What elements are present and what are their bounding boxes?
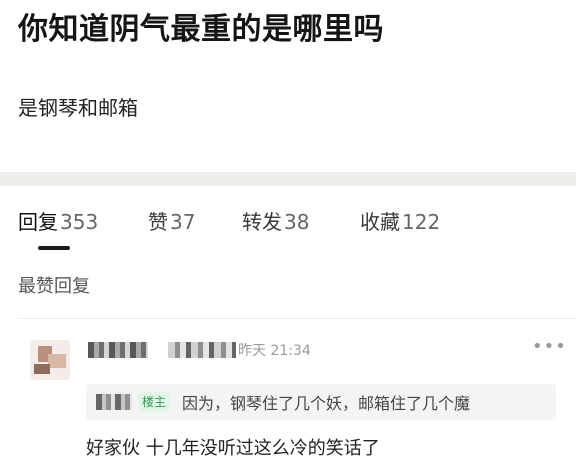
- comment-item: 昨天 21:34 ••• 楼主 因为，钢琴住了几个妖，邮箱住了几个魔 好家伙 十…: [0, 326, 576, 466]
- op-badge: 楼主: [138, 392, 171, 412]
- tab-replies-label: 回复: [18, 210, 58, 234]
- tab-reposts[interactable]: 转发 38: [242, 206, 309, 235]
- section-separator: [0, 172, 576, 186]
- user-tag-redacted: [168, 342, 236, 358]
- tab-likes-count: 37: [170, 210, 196, 234]
- divider: [18, 318, 576, 319]
- quoted-username-redacted: [96, 394, 132, 410]
- tab-likes[interactable]: 赞 37: [148, 206, 195, 235]
- tab-replies[interactable]: 回复 353: [18, 206, 98, 235]
- quoted-text: 因为，钢琴住了几个妖，邮箱住了几个魔: [182, 394, 471, 413]
- tab-favorites-label: 收藏: [360, 210, 400, 234]
- tab-bar: 回复 353 赞 37 转发 38 收藏 122: [0, 186, 576, 256]
- section-heading: 最赞回复: [18, 276, 90, 297]
- tab-reposts-count: 38: [284, 210, 310, 234]
- tab-favorites-count: 122: [402, 210, 441, 234]
- comment-timestamp: 昨天 21:34: [238, 343, 311, 359]
- post: 你知道阴气最重的是哪里吗 是钢琴和邮箱: [0, 0, 576, 172]
- post-body: 是钢琴和邮箱: [18, 96, 138, 120]
- more-dots-icon[interactable]: •••: [532, 336, 567, 357]
- post-title: 你知道阴气最重的是哪里吗: [18, 12, 384, 47]
- username-redacted[interactable]: [88, 342, 148, 358]
- tab-reposts-label: 转发: [242, 210, 282, 234]
- tab-favorites[interactable]: 收藏 122: [360, 206, 440, 235]
- tab-likes-label: 赞: [148, 210, 168, 234]
- quoted-reply[interactable]: 楼主 因为，钢琴住了几个妖，邮箱住了几个魔: [86, 384, 556, 420]
- comment-text: 好家伙 十几年没听过这么冷的笑话了: [86, 438, 380, 459]
- avatar[interactable]: [30, 340, 70, 380]
- active-tab-indicator: [38, 246, 70, 250]
- tab-replies-count: 353: [60, 210, 99, 234]
